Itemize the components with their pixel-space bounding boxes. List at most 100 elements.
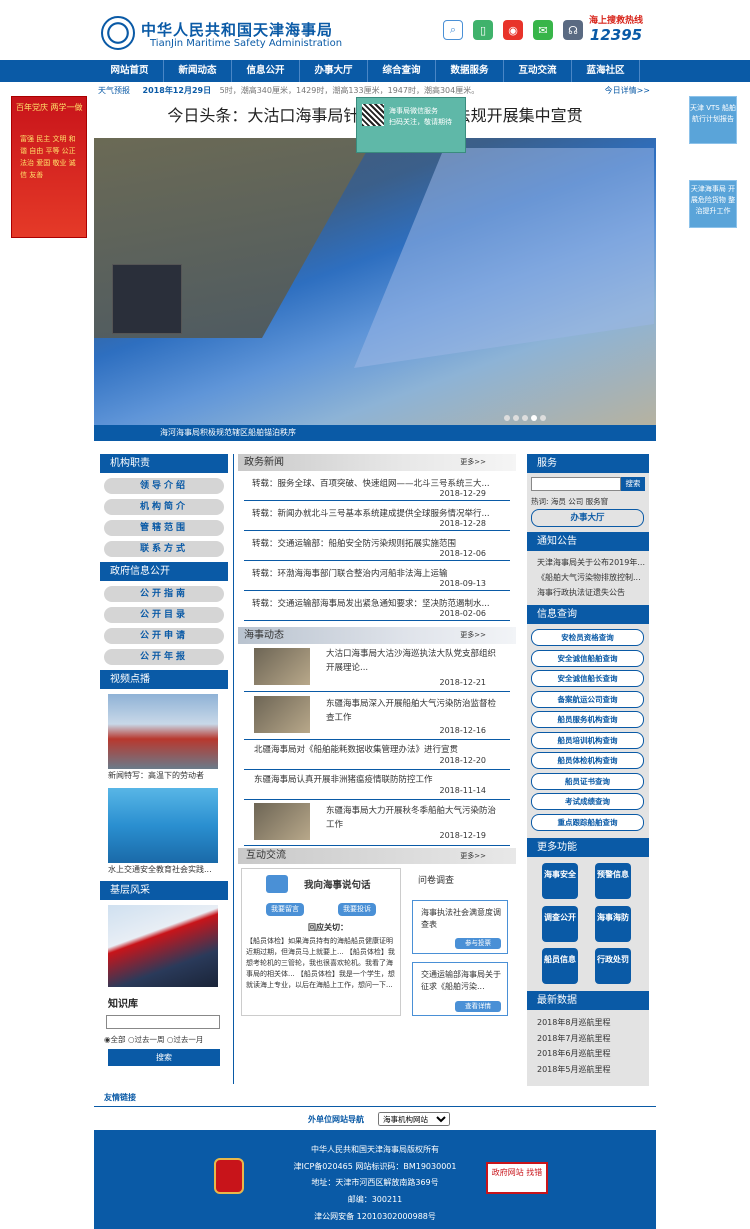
maritime-news-row[interactable]: 东疆海事局大力开展秋冬季船舶大气污染防治工作 2018-12-19 bbox=[244, 800, 510, 846]
external-sites-select[interactable]: 海事机构网站 bbox=[378, 1112, 450, 1126]
view-details-button[interactable]: 查看详情 bbox=[455, 1001, 501, 1012]
carousel-dot[interactable] bbox=[504, 415, 510, 421]
video-item[interactable]: 水上交通安全教育社会实践... bbox=[108, 788, 218, 877]
carousel-dot[interactable] bbox=[522, 415, 528, 421]
data-item[interactable]: 2018年5月巡航里程 bbox=[537, 1062, 610, 1077]
interaction-more-link[interactable]: 更多>> bbox=[460, 848, 486, 864]
news-row[interactable]: 转载：新闻办就北斗三号基本系统建成提供全球服务情况举行... 2018-12-28 bbox=[244, 501, 510, 531]
service-hall-button[interactable]: 办事大厅 bbox=[531, 509, 644, 527]
query-inspector[interactable]: 安检员资格查询 bbox=[531, 629, 644, 646]
survey-title[interactable]: 交通运输部海事局关于征求《船舶污染... bbox=[421, 969, 503, 993]
mobile-icon[interactable]: ▯ bbox=[473, 20, 493, 40]
news-thumbnail[interactable] bbox=[254, 648, 310, 685]
footer-icp[interactable]: 津ICP备020465 网站标识码：BM19030001 bbox=[94, 1161, 656, 1172]
nav-news[interactable]: 新闻动态 bbox=[164, 60, 232, 82]
complaint-button[interactable]: 我要投诉 bbox=[338, 903, 376, 916]
pill-annual-report[interactable]: 公开年报 bbox=[104, 649, 224, 665]
left-float-ad[interactable]: 百年党庆 两学一做 富强 民主 文明 和谐 自由 平等 公正 法治 爱国 敬业 … bbox=[11, 96, 87, 238]
maritime-news-row[interactable]: 北疆海事局对《船舶能耗数据收集管理办法》进行宣贯 2018-12-20 bbox=[244, 740, 510, 770]
maritime-news-row[interactable]: 东疆海事局认真开展非洲猪瘟疫情联防防控工作 2018-11-14 bbox=[244, 770, 510, 800]
news-thumbnail[interactable] bbox=[254, 696, 310, 733]
maritime-more-link[interactable]: 更多>> bbox=[460, 627, 486, 644]
pill-catalog[interactable]: 公开目录 bbox=[104, 607, 224, 623]
news-row[interactable]: 转载：交通运输部海事局发出紧急通知要求：坚决防范遏制水... 2018-02-06 bbox=[244, 591, 510, 621]
query-shipping-company[interactable]: 备案航运公司查询 bbox=[531, 691, 644, 708]
vts-float-ad[interactable]: 天津 VTS 船舶航行计划报告 bbox=[689, 96, 737, 144]
fn-maritime-defense[interactable]: 海事海防 bbox=[595, 906, 631, 942]
maritime-news-row[interactable]: 大沽口海事局大沽沙海巡执法大队党支部组织开展理论... 2018-12-21 bbox=[244, 644, 510, 692]
query-crew-medical[interactable]: 船员体检机构查询 bbox=[531, 752, 644, 769]
hot-words[interactable]: 热词: 海员 公司 服务窗 bbox=[531, 496, 608, 507]
wechat-icon[interactable]: ✉ bbox=[533, 20, 553, 40]
news-title[interactable]: 北疆海事局对《船舶能耗数据收集管理办法》进行宣贯 bbox=[254, 743, 458, 757]
news-title[interactable]: 转载：服务全球、百项突破、快速组网——北斗三号系统三大... bbox=[252, 477, 504, 489]
pill-jurisdiction[interactable]: 管辖范围 bbox=[104, 520, 224, 536]
query-tracked-ship[interactable]: 重点跟踪船舶查询 bbox=[531, 814, 644, 831]
survey-title[interactable]: 海事执法社会满意度调查表 bbox=[421, 907, 503, 931]
notice-item[interactable]: 海事行政执法证遗失公告 bbox=[537, 585, 647, 600]
fn-admin-penalty[interactable]: 行政处罚 bbox=[595, 948, 631, 984]
data-item[interactable]: 2018年7月巡航里程 bbox=[537, 1031, 610, 1046]
search-icon[interactable]: ⌕ bbox=[443, 20, 463, 40]
nav-interaction[interactable]: 互动交流 bbox=[504, 60, 572, 82]
service-search-button[interactable]: 搜索 bbox=[621, 477, 645, 491]
grassroots-photo[interactable] bbox=[108, 905, 218, 987]
video-caption[interactable]: 水上交通安全教育社会实践... bbox=[108, 863, 218, 877]
maritime-news-row[interactable]: 东疆海事局深入开展船舶大气污染防治监督检查工作 2018-12-16 bbox=[244, 692, 510, 740]
query-crew-training[interactable]: 船员培训机构查询 bbox=[531, 732, 644, 749]
pill-guide[interactable]: 公开指南 bbox=[104, 586, 224, 602]
video-item[interactable]: 新闻特写：高温下的劳动者 bbox=[108, 694, 218, 783]
carousel-dot[interactable] bbox=[513, 415, 519, 421]
pill-leaders[interactable]: 领导介绍 bbox=[104, 478, 224, 494]
weather-more-link[interactable]: 今日详情>> bbox=[600, 84, 650, 98]
dangerous-goods-float-ad[interactable]: 天津海事局 开展危险货物 整治提升工作 bbox=[689, 180, 737, 228]
news-row[interactable]: 转载：交通运输部：船舶安全防污染规则拓展实施范围 2018-12-06 bbox=[244, 531, 510, 561]
footer-police-record[interactable]: 津公网安备 12010302000988号 bbox=[94, 1211, 656, 1222]
news-title[interactable]: 转载：新闻办就北斗三号基本系统建成提供全球服务情况举行... bbox=[252, 507, 504, 519]
fn-crew-info[interactable]: 船员信息 bbox=[542, 948, 578, 984]
wechat-popup[interactable]: 海事局微信服务 扫码关注，敬请期待 bbox=[356, 97, 466, 153]
hero-carousel[interactable] bbox=[94, 138, 656, 425]
news-title[interactable]: 东疆海事局大力开展秋冬季船舶大气污染防治工作 bbox=[326, 804, 502, 832]
fn-warning-info[interactable]: 预警信息 bbox=[595, 863, 631, 899]
fn-investigation[interactable]: 调查公开 bbox=[542, 906, 578, 942]
pill-contact[interactable]: 联系方式 bbox=[104, 541, 224, 557]
service-headset-icon[interactable]: ☊ bbox=[563, 20, 583, 40]
video-thumbnail[interactable] bbox=[108, 788, 218, 863]
news-title[interactable]: 大沽口海事局大沽沙海巡执法大队党支部组织开展理论... bbox=[326, 647, 502, 675]
weibo-icon[interactable]: ◉ bbox=[503, 20, 523, 40]
news-title[interactable]: 转载：交通运输部：船舶安全防污染规则拓展实施范围 bbox=[252, 537, 504, 549]
nav-query[interactable]: 综合查询 bbox=[368, 60, 436, 82]
news-title[interactable]: 东疆海事局认真开展非洲猪瘟疫情联防防控工作 bbox=[254, 773, 433, 787]
nav-service-hall[interactable]: 办事大厅 bbox=[300, 60, 368, 82]
pill-apply[interactable]: 公开申请 bbox=[104, 628, 224, 644]
video-thumbnail[interactable] bbox=[108, 694, 218, 769]
service-search-input[interactable] bbox=[531, 477, 621, 491]
news-thumbnail[interactable] bbox=[254, 803, 310, 840]
vote-button[interactable]: 参与投票 bbox=[455, 938, 501, 949]
notice-item[interactable]: 《船舶大气污染物排放控制... bbox=[537, 570, 647, 585]
query-credit-ship[interactable]: 安全诚信船舶查询 bbox=[531, 650, 644, 667]
news-title[interactable]: 转载：环渤海海事部门联合整治内河船非法海上运输 bbox=[252, 567, 504, 579]
kb-search-input[interactable] bbox=[106, 1015, 220, 1029]
weather-label[interactable]: 天气预报 bbox=[98, 86, 130, 95]
video-caption[interactable]: 新闻特写：高温下的劳动者 bbox=[108, 769, 218, 783]
nav-info-disclosure[interactable]: 信息公开 bbox=[232, 60, 300, 82]
fn-maritime-safety[interactable]: 海事安全 bbox=[542, 863, 578, 899]
pill-org-intro[interactable]: 机构简介 bbox=[104, 499, 224, 515]
leave-message-button[interactable]: 我要留言 bbox=[266, 903, 304, 916]
notice-item[interactable]: 天津海事局关于公布2019年... bbox=[537, 555, 647, 570]
carousel-dot[interactable] bbox=[540, 415, 546, 421]
news-title[interactable]: 转载：交通运输部海事局发出紧急通知要求：坚决防范遏制水... bbox=[252, 597, 504, 609]
news-row[interactable]: 转载：环渤海海事部门联合整治内河船非法海上运输 2018-09-13 bbox=[244, 561, 510, 591]
query-credit-captain[interactable]: 安全诚信船长查询 bbox=[531, 670, 644, 687]
news-row[interactable]: 转载：服务全球、百项突破、快速组网——北斗三号系统三大... 2018-12-29 bbox=[244, 471, 510, 501]
nav-data-service[interactable]: 数据服务 bbox=[436, 60, 504, 82]
data-item[interactable]: 2018年8月巡航里程 bbox=[537, 1015, 610, 1030]
news-title[interactable]: 东疆海事局深入开展船舶大气污染防治监督检查工作 bbox=[326, 697, 502, 725]
carousel-dot-active[interactable] bbox=[531, 415, 537, 421]
query-crew-cert[interactable]: 船员证书查询 bbox=[531, 773, 644, 790]
gov-news-more-link[interactable]: 更多>> bbox=[460, 454, 486, 471]
query-exam-score[interactable]: 考试成绩查询 bbox=[531, 793, 644, 810]
nav-home[interactable]: 网站首页 bbox=[96, 60, 164, 82]
